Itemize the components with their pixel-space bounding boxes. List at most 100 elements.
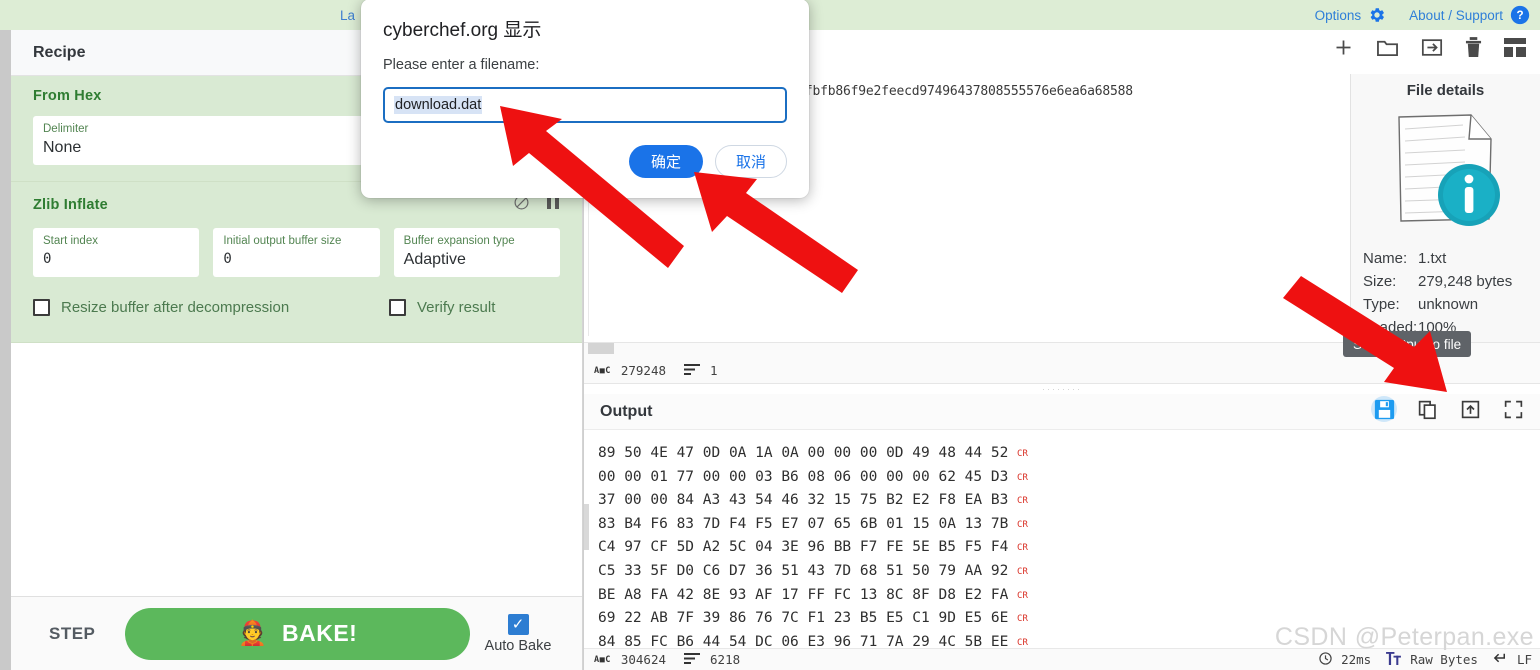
trash-icon[interactable]	[1465, 37, 1482, 63]
abc-icon: A■C	[594, 654, 611, 665]
file-details-value: 279,248 bytes	[1418, 273, 1513, 290]
splitter-grip[interactable]	[588, 343, 614, 354]
arg-initial-output-buffer-size[interactable]: Initial output buffer size 0	[213, 228, 380, 277]
filename-input[interactable]: download.dat	[383, 87, 787, 123]
arg-start-index[interactable]: Start index 0	[33, 228, 200, 277]
checkbox-resize-buffer[interactable]: Resize buffer after decompression	[33, 299, 389, 316]
operation-name: From Hex	[33, 88, 102, 104]
arg-label: Initial output buffer size	[223, 235, 342, 247]
output-lines: 6218	[710, 652, 741, 667]
output-line-ending[interactable]: LF	[1517, 652, 1532, 667]
operation-name: Zlib Inflate	[33, 197, 108, 213]
options-link[interactable]: Options	[1315, 8, 1362, 23]
line-ending-marker: CR	[1017, 472, 1028, 483]
maximise-output-icon[interactable]	[1500, 396, 1526, 422]
arg-buffer-expansion-type[interactable]: Buffer expansion type Adaptive	[393, 228, 560, 277]
input-length: 279248	[620, 363, 667, 378]
file-details-key: Type:	[1363, 296, 1400, 313]
lines-icon	[684, 652, 701, 667]
lines-icon	[684, 363, 701, 378]
hexdump-line: 83 B4 F6 83 7D F4 F5 E7 07 65 6B 01 15 0…	[598, 515, 1028, 532]
file-details-row: Size: 279,248 bytes	[1363, 270, 1540, 293]
enter-icon[interactable]	[1493, 652, 1508, 667]
save-recipe-icon[interactable]	[1421, 37, 1443, 63]
checkbox-verify-result[interactable]: Verify result	[389, 299, 495, 316]
input-status-bar: A■C 279248 1	[584, 358, 1540, 384]
hexdump-line: 89 50 4E 47 0D 0A 1A 0A 00 00 00 0D 49 4…	[598, 445, 1028, 461]
line-ending-marker: CR	[1017, 543, 1028, 554]
bake-button[interactable]: 👲 BAKE!	[125, 607, 470, 660]
line-ending-marker: CR	[1017, 566, 1028, 577]
hexdump-line: C4 97 CF 5D A2 5C 04 3E 96 BB F7 FE 5E B…	[598, 539, 1028, 556]
file-details-title: File details	[1406, 82, 1485, 99]
plus-icon[interactable]	[1333, 37, 1354, 63]
output-length: 304624	[620, 652, 667, 667]
checkbox-box[interactable]	[33, 299, 50, 316]
left-rail	[0, 30, 11, 670]
arg-value: 0	[43, 251, 52, 267]
file-details-value: 1.txt	[1418, 250, 1447, 267]
file-details-key: Size:	[1363, 273, 1397, 290]
io-drag-bar[interactable]: ········	[584, 384, 1540, 394]
gear-icon[interactable]	[1368, 6, 1386, 24]
save-output-tooltip: Save output to file	[1343, 331, 1472, 363]
auto-bake-toggle[interactable]: ✓ Auto Bake	[470, 613, 566, 654]
checkbox-label: Resize buffer after decompression	[61, 299, 290, 316]
hexdump-line: C5 33 5F D0 C6 D7 36 51 43 7D 68 51 50 7…	[598, 562, 1028, 579]
input-lines: 1	[710, 363, 718, 378]
arg-value: Adaptive	[403, 251, 466, 268]
step-button[interactable]: STEP	[27, 624, 125, 644]
file-details-rows: Name: 1.txt Size: 279,248 bytes Type: un…	[1363, 247, 1540, 339]
question-mark-icon[interactable]: ?	[1510, 5, 1530, 25]
file-details-value: unknown	[1418, 296, 1479, 313]
dialog-confirm-button[interactable]: 确定	[628, 145, 703, 178]
line-ending-marker: CR	[1017, 590, 1028, 601]
line-ending-marker: CR	[1017, 637, 1028, 646]
clock-icon	[1319, 651, 1332, 668]
pause-icon[interactable]	[546, 195, 560, 215]
line-ending-marker: CR	[1017, 449, 1028, 459]
file-details-key: Name:	[1363, 250, 1408, 267]
output-hexdump[interactable]: 89 50 4E 47 0D 0A 1A 0A 00 00 00 0D 49 4…	[584, 434, 1540, 646]
cyberchef-app: La re Options About / Support ? Recipe	[0, 0, 1540, 670]
file-details-panel: File details Name: 1.txt Size: 279,248 b…	[1350, 74, 1540, 342]
file-details-row: Name: 1.txt	[1363, 247, 1540, 270]
banner-left-text: La	[340, 7, 356, 23]
file-details-row: Type: unknown	[1363, 293, 1540, 316]
filename-prompt-dialog: cyberchef.org 显示 Please enter a filename…	[361, 0, 809, 198]
arg-value: 0	[223, 251, 232, 267]
about-support-link[interactable]: About / Support	[1409, 8, 1503, 23]
auto-bake-label: Auto Bake	[484, 637, 552, 654]
hexdump-line: BE A8 FA 42 8E 93 AF 17 FF FC 13 8C 8F D…	[598, 586, 1028, 603]
arg-label: Buffer expansion type	[403, 235, 515, 247]
operation-zlib-inflate[interactable]: Zlib Inflate Start index 0 Initial outpu…	[11, 182, 582, 343]
hexdump-line: 00 00 01 77 00 00 03 B6 08 06 00 00 00 6…	[598, 468, 1028, 485]
checkbox-label: Verify result	[417, 299, 496, 316]
dialog-cancel-button[interactable]: 取消	[714, 145, 787, 178]
svg-text:?: ?	[1516, 9, 1523, 22]
line-ending-marker: CR	[1017, 496, 1028, 507]
panel-layout-icon[interactable]	[1504, 38, 1526, 62]
abc-icon: A■C	[594, 365, 611, 376]
output-time: 22ms	[1341, 652, 1372, 667]
output-actions	[1371, 396, 1526, 422]
file-info-icon	[1351, 107, 1540, 235]
dialog-title: cyberchef.org 显示	[383, 20, 542, 41]
filename-input-value: download.dat	[394, 96, 483, 114]
hexdump-line: 37 00 00 84 A3 43 54 46 32 15 75 B2 E2 F…	[598, 492, 1028, 509]
line-ending-marker: CR	[1017, 519, 1028, 530]
auto-bake-checkbox[interactable]: ✓	[507, 613, 529, 635]
save-output-to-file-icon[interactable]	[1371, 396, 1397, 422]
replace-input-icon[interactable]	[1457, 396, 1483, 422]
copy-output-icon[interactable]	[1414, 396, 1440, 422]
output-char-encoding[interactable]: Raw Bytes	[1410, 652, 1478, 667]
font-icon[interactable]	[1386, 651, 1402, 668]
checkbox-box[interactable]	[389, 299, 406, 316]
folder-icon[interactable]	[1376, 37, 1399, 63]
chef-icon: 👲	[237, 619, 269, 647]
watermark: CSDN @Peterpan.exe	[1274, 623, 1534, 651]
bake-button-label: BAKE!	[282, 620, 358, 646]
line-ending-marker: CR	[1017, 614, 1028, 625]
arg-label: Start index	[43, 235, 98, 247]
dialog-message: Please enter a filename:	[383, 57, 540, 73]
